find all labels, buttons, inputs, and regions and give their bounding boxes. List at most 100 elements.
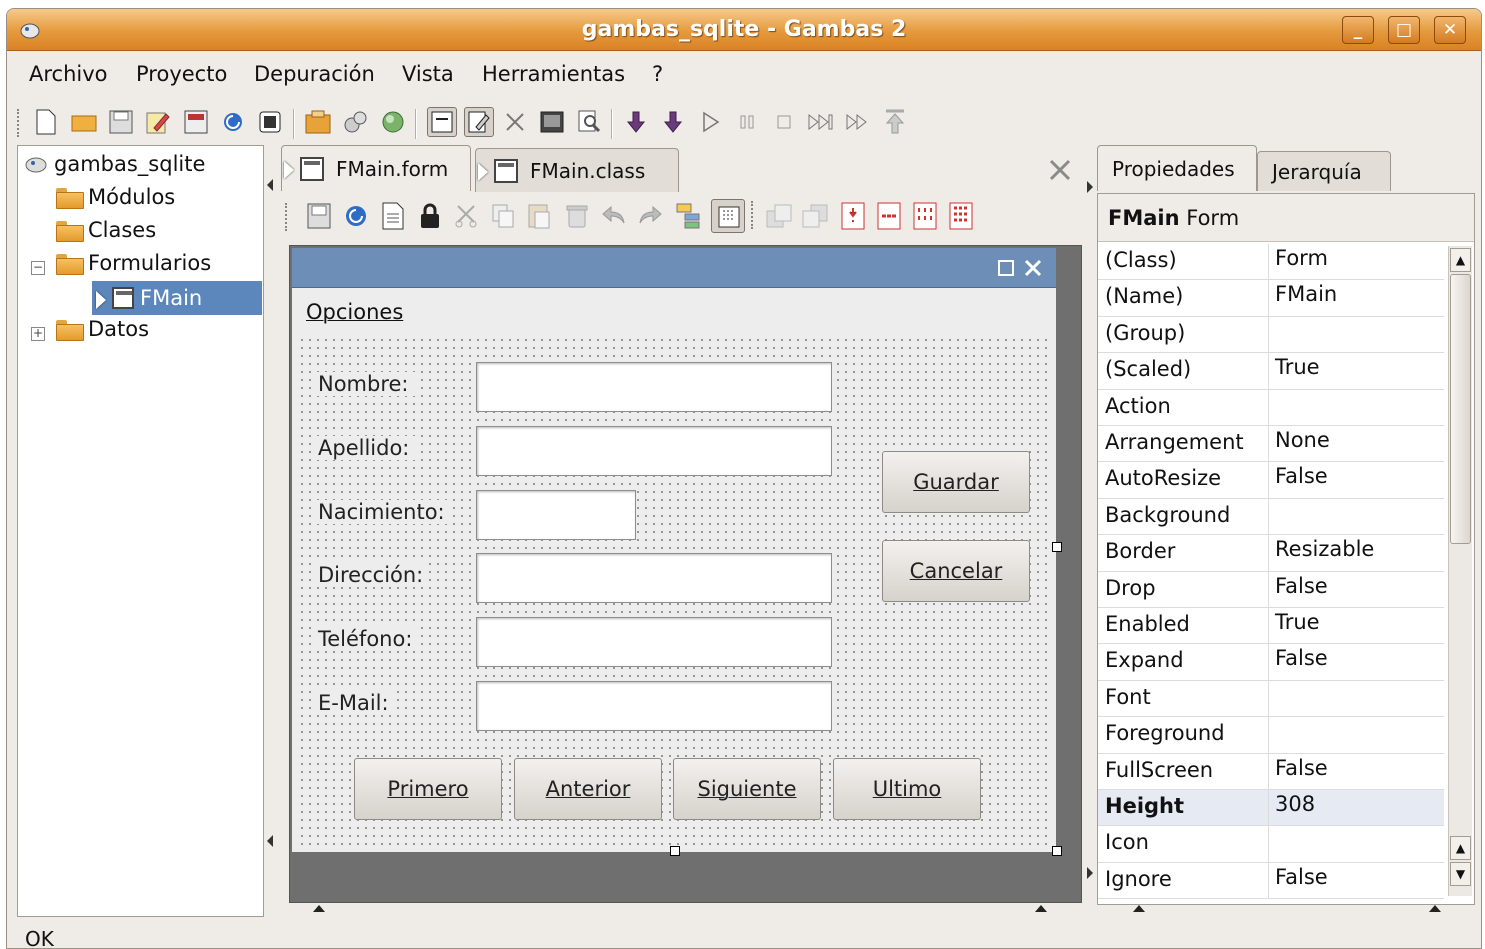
scroll-down-icon[interactable]: ▼	[1450, 862, 1471, 886]
property-value[interactable]: Form	[1275, 246, 1328, 270]
property-row[interactable]: (Scaled) True	[1098, 353, 1444, 390]
find-icon[interactable]	[575, 107, 605, 137]
step-into-icon[interactable]	[621, 107, 651, 137]
step-over-icon[interactable]	[658, 107, 688, 137]
menu-archivo[interactable]: Archivo	[29, 62, 108, 86]
scroll-up-icon[interactable]: ▲	[1450, 248, 1471, 272]
project-tree[interactable]: gambas_sqlite Módulos Clases − Formulari…	[17, 145, 264, 917]
menu-depuracion[interactable]: Depuración	[254, 62, 375, 86]
step-icon[interactable]	[806, 107, 836, 137]
property-row[interactable]: Expand False	[1098, 644, 1444, 681]
maximize-button[interactable]: □	[1388, 16, 1420, 44]
tree-item-modulos[interactable]: Módulos	[56, 182, 175, 212]
design-area[interactable]: Opciones Nombre: Apellido: Nacimiento: D…	[289, 245, 1082, 903]
refresh-icon[interactable]	[218, 107, 248, 137]
splitter-arrow-left-icon[interactable]	[267, 179, 273, 191]
collapse-icon[interactable]: −	[31, 261, 45, 275]
property-row[interactable]: AutoResize False	[1098, 462, 1444, 499]
tree-item-clases[interactable]: Clases	[56, 215, 156, 245]
property-value[interactable]: False	[1275, 464, 1328, 488]
property-row[interactable]: Background	[1098, 498, 1444, 536]
console-icon[interactable]	[537, 107, 567, 137]
return-icon[interactable]	[880, 107, 910, 137]
title-bar[interactable]: gambas_sqlite - Gambas 2 _ □ ✕	[7, 9, 1481, 51]
splitter-arrow-up-icon[interactable]	[1035, 905, 1047, 912]
tab-propiedades[interactable]: Propiedades	[1097, 145, 1257, 191]
siguiente-button[interactable]: Siguiente	[673, 758, 821, 820]
tab-fmain-form[interactable]: FMain.form	[281, 145, 471, 191]
nombre-field[interactable]	[476, 362, 832, 412]
splitter-arrow-right-icon[interactable]	[1087, 181, 1093, 193]
property-value[interactable]: False	[1275, 756, 1328, 780]
undo-icon[interactable]	[601, 205, 627, 227]
primero-button[interactable]: Primero	[354, 758, 502, 820]
make-executable-icon[interactable]	[303, 107, 333, 137]
property-value[interactable]: True	[1275, 355, 1320, 379]
property-row[interactable]: Border Resizable	[1098, 535, 1444, 572]
property-row[interactable]: (Group)	[1098, 316, 1444, 354]
splitter-arrow-left-icon[interactable]	[267, 835, 273, 847]
property-row[interactable]: FullScreen False	[1098, 753, 1444, 790]
form-close-icon[interactable]	[1024, 259, 1042, 277]
direccion-field[interactable]	[476, 553, 832, 603]
tree-item-fmain[interactable]: FMain	[92, 281, 262, 315]
project-properties-icon[interactable]	[181, 107, 211, 137]
menu-proyecto[interactable]: Proyecto	[136, 62, 227, 86]
save-icon[interactable]	[307, 203, 331, 229]
properties-sheet-icon[interactable]	[381, 202, 405, 230]
show-code-icon[interactable]	[464, 107, 494, 137]
stop-icon[interactable]	[769, 107, 799, 137]
forward-icon[interactable]	[843, 107, 873, 137]
ultimo-button[interactable]: Ultimo	[833, 758, 981, 820]
property-value[interactable]: Resizable	[1275, 537, 1374, 561]
property-row[interactable]: (Class) Form	[1098, 244, 1444, 281]
tab-jerarquia[interactable]: Jerarquía	[1257, 151, 1391, 191]
copy-icon[interactable]	[491, 203, 515, 229]
hierarchy-icon[interactable]	[675, 202, 703, 230]
grid-toggle-button[interactable]	[711, 199, 745, 233]
resize-handle-bottom[interactable]	[670, 846, 680, 856]
lock-icon[interactable]	[419, 203, 441, 229]
splitter-arrow-up-icon[interactable]	[1133, 905, 1145, 912]
menu-help[interactable]: ?	[652, 62, 663, 86]
menu-vista[interactable]: Vista	[402, 62, 454, 86]
resize-handle-right[interactable]	[1052, 542, 1062, 552]
show-form-icon[interactable]	[427, 107, 457, 137]
guardar-button[interactable]: Guardar	[882, 451, 1030, 513]
property-value[interactable]: True	[1275, 610, 1320, 634]
property-row[interactable]: Icon	[1098, 826, 1444, 863]
cut-tool-icon[interactable]	[500, 107, 530, 137]
resize-handle-corner[interactable]	[1052, 846, 1062, 856]
telefono-field[interactable]	[476, 617, 832, 667]
make-package-icon[interactable]	[341, 107, 371, 137]
toolbar-grip[interactable]	[751, 201, 754, 229]
menu-herramientas[interactable]: Herramientas	[482, 62, 625, 86]
property-row[interactable]: Action	[1098, 389, 1444, 426]
distribute-rows-icon[interactable]	[913, 202, 937, 230]
cut-icon[interactable]	[453, 203, 479, 229]
refresh-icon[interactable]	[345, 205, 367, 227]
property-row[interactable]: Foreground	[1098, 717, 1444, 754]
close-button[interactable]: ✕	[1434, 16, 1466, 44]
properties-scrollbar[interactable]: ▲ ▲ ▼	[1448, 246, 1472, 896]
bring-to-front-icon[interactable]	[765, 203, 793, 229]
tree-item-datos[interactable]: Datos	[56, 314, 149, 344]
tab-fmain-class[interactable]: FMain.class	[475, 148, 679, 192]
tree-item-formularios[interactable]: Formularios	[56, 248, 211, 278]
property-row[interactable]: Ignore False	[1098, 862, 1444, 900]
new-file-icon[interactable]	[31, 107, 61, 137]
expand-icon[interactable]: +	[31, 327, 45, 341]
properties-table[interactable]: FMain Form (Class) Form (Name) FMain (Group)…	[1097, 193, 1475, 905]
property-row[interactable]: (Name) FMain	[1098, 280, 1444, 317]
open-folder-icon[interactable]	[69, 107, 99, 137]
property-row[interactable]: Height 308	[1098, 790, 1444, 827]
scrollbar-thumb[interactable]	[1450, 274, 1471, 544]
toolbar-grip[interactable]	[285, 203, 288, 231]
property-value[interactable]: False	[1275, 646, 1328, 670]
paste-icon[interactable]	[527, 202, 553, 230]
toolbar-grip[interactable]	[17, 109, 20, 137]
web-icon[interactable]	[378, 107, 408, 137]
property-value[interactable]: 308	[1275, 792, 1315, 816]
align-horizontal-icon[interactable]	[877, 202, 901, 230]
delete-icon[interactable]	[565, 203, 589, 229]
